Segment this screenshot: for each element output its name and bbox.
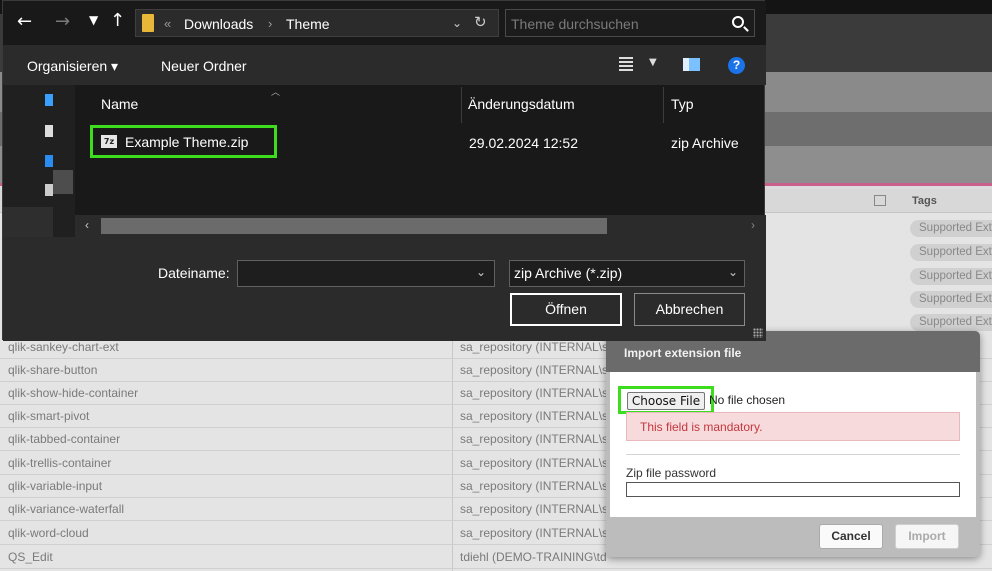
address-bar[interactable]: « Downloads › Theme ⌄ ↻ (135, 9, 499, 37)
dialog-body: Choose File No file chosen This field is… (610, 372, 976, 517)
resize-grip-icon[interactable] (753, 328, 763, 338)
refresh-icon[interactable]: ↻ (474, 13, 487, 31)
chevron-down-icon[interactable]: ⌄ (728, 265, 738, 279)
dialog-footer: Dateiname: ⌄ zip Archive (*.zip) ⌄ Öffne… (3, 237, 766, 341)
address-dropdown-icon[interactable]: ⌄ (452, 16, 462, 30)
quick-access-icon[interactable] (45, 94, 53, 106)
row-owner: tdiehl (DEMO-TRAINING\tdiehl) (460, 550, 606, 564)
row-name: qlik-word-cloud (8, 526, 89, 540)
row-owner: sa_repository (INTERNAL\sa_repository) (460, 432, 606, 446)
file-date[interactable]: 29.02.2024 12:52 (469, 135, 578, 151)
command-bar: Organisieren ▾ Neuer Ordner ▼ ? (3, 45, 766, 85)
filetype-select[interactable]: zip Archive (*.zip) ⌄ (509, 260, 745, 287)
row-owner: sa_repository (INTERNAL\sa_repository) (460, 409, 606, 423)
breadcrumb-theme[interactable]: Theme (286, 16, 330, 32)
selected-nav-item[interactable] (3, 207, 53, 237)
up-arrow-icon[interactable]: ↑ (110, 10, 125, 31)
cancel-button[interactable]: Abbrechen (634, 293, 745, 326)
row-owner: sa_repository (INTERNAL\sa_repository) (460, 502, 606, 516)
zip-password-input[interactable] (626, 482, 960, 497)
column-header-type[interactable]: Typ (671, 96, 694, 112)
choose-file-button[interactable]: Choose File (627, 392, 705, 410)
file-open-dialog: ← → ▼ ↑ « Downloads › Theme ⌄ ↻ Theme du… (2, 0, 766, 341)
row-name: QS_Edit (8, 550, 53, 564)
forward-arrow-icon[interactable]: → (55, 11, 70, 32)
back-arrow-icon[interactable]: ← (17, 11, 32, 32)
row-name: qlik-trellis-container (8, 456, 112, 470)
cancel-button[interactable]: Cancel (819, 524, 883, 549)
row-name: qlik-variance-waterfall (8, 502, 125, 516)
filename-input[interactable]: ⌄ (237, 260, 495, 287)
new-folder-button[interactable]: Neuer Ordner (161, 58, 247, 74)
file-type[interactable]: zip Archive (671, 135, 739, 151)
tag-badge: Supported Ext (910, 220, 992, 237)
row-name: qlik-tabbed-container (8, 432, 121, 446)
view-dropdown-icon[interactable]: ▼ (649, 57, 657, 68)
breadcrumb-downloads[interactable]: Downloads (184, 16, 253, 32)
column-filter-icon[interactable] (874, 195, 886, 206)
desktop-icon[interactable] (45, 125, 53, 137)
open-button[interactable]: Öffnen (510, 293, 622, 326)
column-header-date[interactable]: Änderungsdatum (468, 96, 575, 112)
filename-label: Dateiname: (158, 265, 230, 281)
sort-ascending-icon: ︿ (271, 88, 281, 98)
column-divider[interactable] (461, 87, 462, 123)
file-name[interactable]: Example Theme.zip (125, 134, 248, 150)
organize-label: Organisieren (27, 58, 108, 74)
row-owner: sa_repository (INTERNAL\sa_repository) (460, 363, 606, 377)
row-name: qlik-sankey-chart-ext (8, 340, 119, 354)
no-file-label: No file chosen (709, 393, 786, 407)
import-button[interactable]: Import (895, 524, 959, 549)
tag-badge: Supported Ext (910, 244, 992, 261)
navigation-pane (3, 85, 75, 237)
row-owner: sa_repository (INTERNAL\sa_repository) (460, 456, 606, 470)
filetype-value: zip Archive (*.zip) (514, 265, 623, 281)
column-header-name[interactable]: Name (101, 96, 138, 112)
row-owner: sa_repository (INTERNAL\sa_repository) (460, 340, 606, 354)
documents-icon[interactable] (45, 155, 53, 167)
scroll-right-icon[interactable]: › (751, 218, 755, 232)
row-name: qlik-smart-pivot (8, 409, 90, 423)
scroll-left-icon[interactable]: ‹ (85, 218, 89, 232)
tag-badge: Supported Ext (910, 314, 992, 331)
row-owner: sa_repository (INTERNAL\sa_repository) (460, 386, 606, 400)
scrollbar-thumb[interactable] (101, 218, 607, 234)
tags-column-header[interactable]: Tags (912, 195, 937, 207)
error-message: This field is mandatory. (640, 420, 763, 434)
folder-icon (142, 14, 154, 32)
divider (626, 454, 960, 455)
recent-locations-chevron-icon[interactable]: ▼ (89, 13, 98, 27)
search-icon[interactable] (732, 16, 744, 28)
preview-pane-icon[interactable] (683, 58, 700, 71)
row-owner: sa_repository (INTERNAL\sa_repository) (460, 479, 606, 493)
row-name: qlik-show-hide-container (8, 386, 139, 400)
drive-icon[interactable] (45, 184, 53, 196)
search-box[interactable]: Theme durchsuchen (505, 9, 755, 37)
column-divider[interactable] (663, 87, 664, 123)
view-options-icon[interactable] (619, 57, 633, 71)
dialog-title: Import extension file (624, 346, 742, 360)
chevron-down-icon[interactable]: ⌄ (476, 265, 486, 279)
validation-error: This field is mandatory. (626, 412, 960, 441)
tag-badge: Supported Ext (910, 291, 992, 308)
row-name: qlik-variable-input (8, 479, 103, 493)
help-icon[interactable]: ? (728, 57, 745, 74)
file-list: ︿ Name Änderungsdatum Typ 7z Example The… (75, 85, 764, 215)
row-name: qlik-share-button (8, 363, 98, 377)
breadcrumb-overflow[interactable]: « (164, 16, 171, 31)
breadcrumb-separator-icon[interactable]: › (268, 16, 272, 31)
password-label: Zip file password (626, 466, 717, 480)
address-row: ← → ▼ ↑ « Downloads › Theme ⌄ ↻ Theme du… (3, 1, 766, 45)
horizontal-scrollbar[interactable]: ‹ › (75, 215, 766, 237)
7z-archive-icon: 7z (101, 135, 117, 148)
tag-badge: Supported Ext (910, 268, 992, 285)
row-owner: sa_repository (INTERNAL\sa_repository) (460, 526, 606, 540)
search-placeholder: Theme durchsuchen (511, 16, 639, 32)
import-extension-dialog: Import extension file Choose File No fil… (606, 331, 980, 557)
nav-scrollbar-thumb[interactable] (53, 170, 73, 194)
organize-menu[interactable]: Organisieren ▾ (27, 58, 118, 75)
